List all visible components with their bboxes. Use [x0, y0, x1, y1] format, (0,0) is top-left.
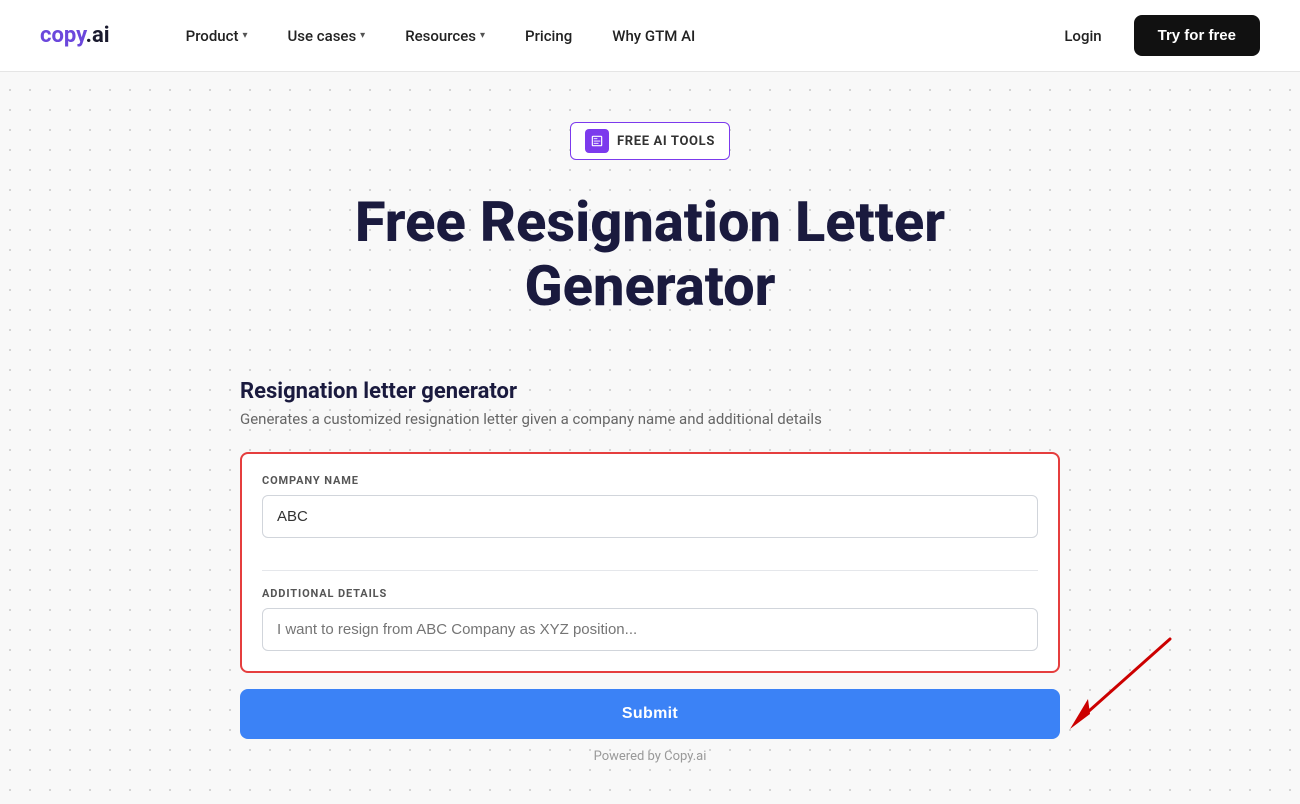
nav-usecases-label: Use cases	[287, 27, 356, 45]
nav-item-product[interactable]: Product ▾	[170, 19, 264, 53]
nav-whygtm-label: Why GTM AI	[612, 27, 695, 45]
form-section-desc: Generates a customized resignation lette…	[240, 410, 1060, 428]
nav-item-resources[interactable]: Resources ▾	[389, 19, 501, 53]
nav-item-usecases[interactable]: Use cases ▾	[271, 19, 381, 53]
submit-button[interactable]: Submit	[240, 689, 1060, 739]
additional-details-label: ADDITIONAL DETAILS	[262, 587, 1038, 600]
company-name-input[interactable]	[262, 495, 1038, 538]
form-section-title: Resignation letter generator	[240, 379, 1060, 404]
navbar: copy.ai Product ▾ Use cases ▾ Resources …	[0, 0, 1300, 72]
chevron-down-icon: ▾	[360, 30, 365, 41]
company-name-label: COMPANY NAME	[262, 474, 1038, 487]
form-card: Resignation letter generator Generates a…	[240, 379, 1060, 764]
main-content: FREE AI TOOLS Free Resignation Letter Ge…	[0, 72, 1300, 804]
free-tools-badge: FREE AI TOOLS	[570, 122, 730, 160]
try-for-free-button[interactable]: Try for free	[1134, 15, 1260, 56]
additional-details-input[interactable]	[262, 608, 1038, 651]
nav-links: Product ▾ Use cases ▾ Resources ▾ Pricin…	[170, 19, 1049, 53]
chevron-down-icon: ▾	[480, 30, 485, 41]
badge-text: FREE AI TOOLS	[617, 134, 715, 149]
login-button[interactable]: Login	[1048, 19, 1117, 53]
powered-by: Powered by Copy.ai	[240, 749, 1060, 764]
logo[interactable]: copy.ai	[40, 23, 110, 48]
field-separator	[262, 570, 1038, 571]
nav-right: Login Try for free	[1048, 15, 1260, 56]
chevron-down-icon: ▾	[242, 30, 247, 41]
nav-resources-label: Resources	[405, 27, 476, 45]
nav-product-label: Product	[186, 27, 239, 45]
nav-pricing-label: Pricing	[525, 27, 572, 45]
submit-area: Submit Powered by Copy.ai	[240, 689, 1060, 764]
nav-item-whygtm[interactable]: Why GTM AI	[596, 19, 711, 53]
page-title: Free Resignation Letter Generator	[240, 190, 1060, 319]
nav-item-pricing[interactable]: Pricing	[509, 19, 588, 53]
badge-icon	[585, 129, 609, 153]
input-group-box: COMPANY NAME ADDITIONAL DETAILS	[240, 452, 1060, 673]
